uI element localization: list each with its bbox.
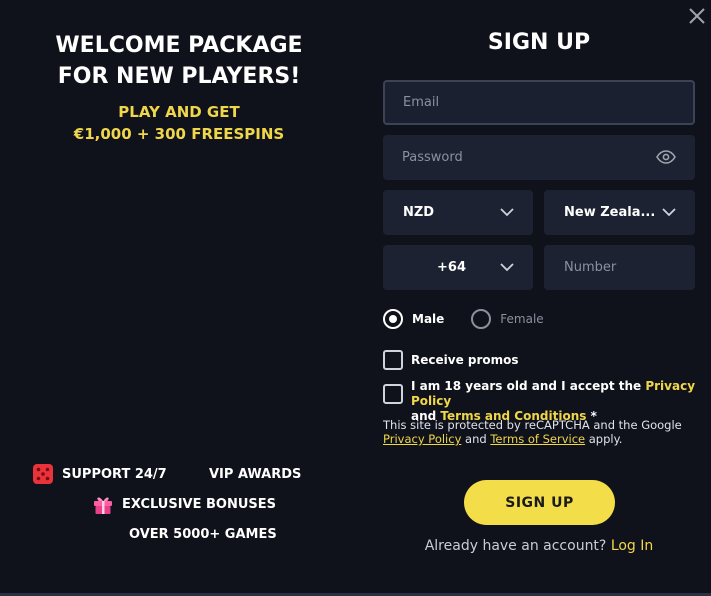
recaptcha-terms-link[interactable]: Terms of Service [490,432,585,446]
terms-checkbox[interactable] [383,384,403,404]
promo-offer: PLAY AND GET €1,000 + 300 FREESPINS [0,101,358,145]
phone-code-value: +64 [437,260,466,275]
feature-games-label: OVER 5000+ GAMES [129,527,277,542]
currency-select[interactable]: NZD [383,190,533,235]
login-link[interactable]: Log In [611,538,653,554]
recaptcha-privacy-link[interactable]: Privacy Policy [383,432,461,446]
country-select[interactable]: New Zeala... [544,190,695,235]
phone-code-select[interactable]: +64 [383,245,533,290]
promo-panel: WELCOME PACKAGE FOR NEW PLAYERS! PLAY AN… [0,0,360,593]
chevron-down-icon [500,263,514,272]
number-placeholder: Number [564,260,617,275]
email-field[interactable] [383,80,695,125]
recaptcha-notice: This site is protected by reCAPTCHA and … [383,418,703,446]
welcome-line-2: FOR NEW PLAYERS! [57,64,301,89]
feature-bonuses-label: EXCLUSIVE BONUSES [122,496,277,512]
feature-support-label: SUPPORT 24/7 [62,466,167,482]
signup-modal: WELCOME PACKAGE FOR NEW PLAYERS! PLAY AN… [0,0,711,593]
have-account-text: Already have an account? [424,538,607,554]
female-radio[interactable] [471,309,492,329]
feature-games: OVER 5000+ GAMES [129,527,277,542]
login-prompt: Already have an account? Log In [383,538,695,554]
password-placeholder: Password [402,150,463,165]
promo-line-2: €1,000 + 300 FREESPINS [73,125,285,143]
promo-line-1: PLAY AND GET [118,103,240,121]
terms-prefix: I am 18 years old and I accept the [411,379,642,393]
eye-icon[interactable] [656,150,676,164]
gift-icon [94,497,112,514]
signup-button[interactable]: SIGN UP [464,480,615,525]
welcome-line-1: WELCOME PACKAGE [55,33,303,58]
phone-number-field[interactable]: Number [544,245,695,290]
male-radio[interactable] [383,309,403,329]
email-input[interactable] [385,95,693,110]
chevron-down-icon [500,208,514,217]
recaptcha-suffix: apply. [588,432,623,446]
currency-value: NZD [403,205,435,220]
feature-vip-label: VIP AWARDS [209,467,302,482]
feature-support: SUPPORT 24/7 [32,463,167,485]
female-label: Female [500,312,544,326]
chevron-down-icon [662,208,676,217]
close-icon[interactable] [687,6,707,26]
male-label: Male [412,312,445,326]
receive-promos-checkbox[interactable] [383,350,403,370]
signup-title: SIGN UP [487,30,591,55]
receive-promos-label: Receive promos [411,353,519,367]
feature-bonuses: EXCLUSIVE BONUSES [92,493,276,515]
country-value: New Zeala... [564,205,656,220]
gender-radio-group: Male Female [383,309,544,329]
recaptcha-text: This site is protected by reCAPTCHA and … [383,418,682,432]
password-field[interactable]: Password [383,135,695,180]
dice-icon [33,464,53,484]
welcome-heading: WELCOME PACKAGE FOR NEW PLAYERS! [0,30,358,92]
recaptcha-and: and [465,432,487,446]
feature-vip: VIP AWARDS [209,467,301,482]
